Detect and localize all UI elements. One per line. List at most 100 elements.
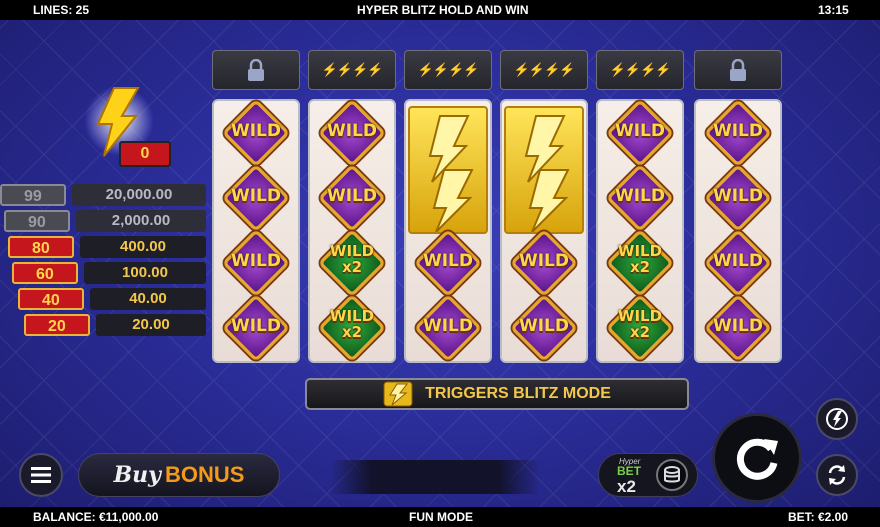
- wild-symbol: WILD: [220, 164, 292, 232]
- mode-label: FUN MODE: [409, 510, 473, 524]
- buy-label: Buy: [113, 462, 161, 488]
- symbol-label: WILD: [518, 316, 570, 336]
- symbol-label: WILD x2: [617, 307, 663, 341]
- paytable-prize: 40.00: [90, 288, 206, 310]
- lightning-icon: [383, 381, 413, 407]
- paytable-prize: 400.00: [80, 236, 206, 258]
- balance-label: BALANCE: €11,000.00: [33, 510, 159, 524]
- wild-symbol: WILD: [702, 99, 774, 167]
- wild-symbol: WILD: [412, 294, 484, 362]
- symbol-label: WILD x2: [329, 307, 375, 341]
- paytable-count-badge: 20: [24, 314, 90, 336]
- banner-label: TRIGGERS BLITZ MODE: [425, 385, 611, 402]
- paytable-row: 99 20,000.00: [0, 184, 210, 206]
- wild-symbol: WILD: [220, 229, 292, 297]
- clock: 13:15: [818, 3, 849, 17]
- message-panel: [330, 460, 540, 494]
- hyper-bet-button[interactable]: Hyper BET x2: [598, 453, 698, 497]
- wild-x2-symbol: WILD x2: [316, 294, 388, 362]
- wild-symbol: WILD: [412, 229, 484, 297]
- symbol-label: WILD: [712, 251, 764, 271]
- symbol-label: WILD: [614, 121, 666, 141]
- bonus-label: BONUS: [164, 462, 245, 487]
- symbol-label: WILD x2: [617, 242, 663, 276]
- lightning-bolt-symbol: [408, 106, 488, 234]
- wild-x2-symbol: WILD x2: [604, 229, 676, 297]
- reel-progress-cell: ⚡⚡⚡⚡: [308, 50, 396, 90]
- turbo-button[interactable]: [816, 398, 858, 440]
- spin-button[interactable]: [712, 413, 802, 503]
- wild-symbol: WILD: [220, 99, 292, 167]
- bottom-status-bar: BALANCE: €11,000.00 FUN MODE BET: €2.00: [0, 507, 880, 527]
- lock-icon: [248, 59, 264, 81]
- wild-symbol: WILD: [220, 294, 292, 362]
- autoplay-icon: [828, 465, 846, 485]
- symbol-label: WILD: [326, 121, 378, 141]
- lines-label: LINES: 25: [33, 3, 90, 17]
- paytable-prize: 20.00: [96, 314, 206, 336]
- reel-progress-cell: ⚡⚡⚡⚡: [500, 50, 588, 90]
- wild-x2-symbol: WILD x2: [316, 229, 388, 297]
- symbol-label: WILD: [712, 186, 764, 206]
- triggers-blitz-banner: TRIGGERS BLITZ MODE: [305, 378, 689, 410]
- coin-stack-icon: [656, 459, 688, 491]
- paytable-row: 20 20.00: [24, 314, 210, 336]
- wild-x2-symbol: WILD x2: [604, 294, 676, 362]
- multiplier-label: x2: [617, 477, 636, 496]
- wild-symbol: WILD: [508, 294, 580, 362]
- reel-3: WILD WILD: [404, 99, 492, 363]
- symbol-label: WILD: [326, 186, 378, 206]
- top-status-bar: LINES: 25 HYPER BLITZ HOLD AND WIN 13:15: [0, 0, 880, 20]
- wild-symbol: WILD: [316, 164, 388, 232]
- paytable-count-badge: 80: [8, 236, 74, 258]
- reel-2: WILD WILD WILD x2 WILD x2: [308, 99, 396, 363]
- paytable-prize: 2,000.00: [76, 210, 206, 232]
- wild-symbol: WILD: [316, 99, 388, 167]
- paytable-count-badge: 40: [18, 288, 84, 310]
- spin-arrow-icon: [736, 438, 778, 480]
- wild-symbol: WILD: [508, 229, 580, 297]
- bet-label: BET: [617, 464, 641, 478]
- symbol-label: WILD x2: [329, 242, 375, 276]
- wild-symbol: WILD: [604, 164, 676, 232]
- symbol-label: WILD: [712, 316, 764, 336]
- lightning-icon: [524, 115, 570, 232]
- symbol-label: WILD: [230, 251, 282, 271]
- paytable-count-badge: 90: [4, 210, 70, 232]
- paytable-prize: 20,000.00: [72, 184, 206, 206]
- hamburger-icon: [31, 467, 51, 483]
- paytable-row: 40 40.00: [18, 288, 210, 310]
- reel-progress-cell: ⚡⚡⚡⚡: [596, 50, 684, 90]
- lock-icon: [730, 59, 746, 81]
- reel-4: WILD WILD: [500, 99, 588, 363]
- symbol-label: WILD: [712, 121, 764, 141]
- paytable-row: 90 2,000.00: [4, 210, 210, 232]
- blitz-count-badge: 0: [119, 141, 171, 167]
- reel-lock-cell: [212, 50, 300, 90]
- reel-6: WILD WILD WILD WILD: [694, 99, 782, 363]
- symbol-label: WILD: [230, 121, 282, 141]
- paytable-row: 60 100.00: [12, 262, 210, 284]
- wild-symbol: WILD: [702, 229, 774, 297]
- wild-symbol: WILD: [604, 99, 676, 167]
- buy-bonus-button[interactable]: Buy BONUS: [78, 453, 280, 497]
- paytable-row: 80 400.00: [8, 236, 210, 258]
- wild-symbol: WILD: [702, 164, 774, 232]
- reel-progress-cell: ⚡⚡⚡⚡: [404, 50, 492, 90]
- reel-5: WILD WILD WILD x2 WILD x2: [596, 99, 684, 363]
- blitz-counter: 0: [84, 86, 176, 170]
- reel-lock-cell: [694, 50, 782, 90]
- autoplay-button[interactable]: [816, 454, 858, 496]
- lightning-bolt-symbol: [504, 106, 584, 234]
- menu-button[interactable]: [19, 453, 63, 497]
- symbol-label: WILD: [230, 186, 282, 206]
- paytable-prize: 100.00: [84, 262, 206, 284]
- reel-1: WILD WILD WILD WILD: [212, 99, 300, 363]
- symbol-label: WILD: [422, 316, 474, 336]
- game-title: HYPER BLITZ HOLD AND WIN: [357, 3, 529, 17]
- bet-amount-label: BET: €2.00: [788, 510, 849, 524]
- lightning-icon: [428, 115, 474, 232]
- symbol-label: WILD: [518, 251, 570, 271]
- symbol-label: WILD: [422, 251, 474, 271]
- turbo-lightning-icon: [826, 408, 848, 430]
